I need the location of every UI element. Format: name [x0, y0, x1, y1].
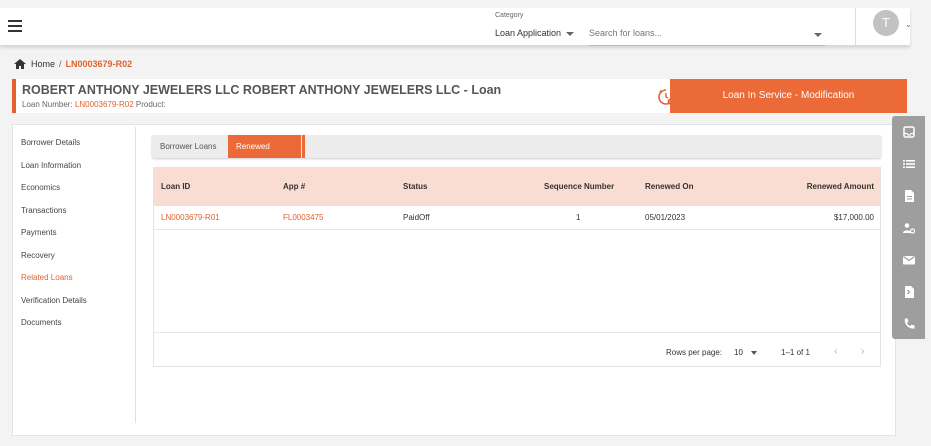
search-input[interactable]	[589, 28, 789, 38]
next-page-button[interactable]: ›	[861, 346, 864, 357]
cell-app-number[interactable]: FL0003475	[283, 213, 323, 222]
pagination-range: 1–1 of 1	[781, 348, 810, 357]
renewed-loans-table: Loan ID App # Status Sequence Number Ren…	[153, 167, 881, 367]
sidebar-divider	[135, 127, 136, 423]
category-label: Category	[495, 12, 524, 19]
rows-per-page-caret-icon[interactable]	[751, 351, 757, 355]
sidebar-item-payments[interactable]: Payments	[21, 226, 133, 249]
mail-button[interactable]	[892, 246, 925, 274]
status-badge: Loan In Service - Modification	[670, 79, 907, 113]
user-settings-icon	[902, 223, 915, 234]
phone-icon	[904, 318, 914, 329]
avatar-chevron-down-icon[interactable]: ⌄	[905, 20, 912, 29]
tab-borrower-loans[interactable]: Borrower Loans	[152, 135, 228, 158]
document-icon	[904, 190, 914, 202]
rows-per-page-label: Rows per page:	[666, 348, 723, 357]
inbox-icon	[902, 126, 915, 138]
category-select[interactable]: Loan Application	[495, 28, 561, 38]
column-renewed-on[interactable]: Renewed On	[645, 182, 693, 191]
breadcrumb-current: LN0003679-R02	[65, 59, 133, 69]
table-row[interactable]: LN0003679-R01 FL0003475 PaidOff 1 05/01/…	[154, 206, 880, 230]
sidebar-item-recovery[interactable]: Recovery	[21, 249, 133, 272]
cell-sequence-number: 1	[576, 213, 581, 222]
home-icon[interactable]	[14, 59, 26, 69]
mail-icon	[902, 256, 915, 265]
sidebar-item-documents[interactable]: Documents	[21, 316, 133, 339]
tab-bar: Borrower Loans Renewed Loans	[152, 135, 881, 174]
main-card: Borrower Details Loan Information Econom…	[12, 124, 896, 436]
sidebar-item-borrower-details[interactable]: Borrower Details	[21, 136, 133, 159]
prev-page-button[interactable]: ‹	[834, 346, 837, 357]
sidebar-item-verification-details[interactable]: Verification Details	[21, 294, 133, 317]
sidebar: Borrower Details Loan Information Econom…	[21, 136, 133, 339]
loan-header: ROBERT ANTHONY JEWELERS LLC ROBERT ANTHO…	[12, 79, 674, 113]
app-shell: Category Loan Application T ⌄ Home / LN0…	[0, 0, 931, 446]
rows-per-page-select[interactable]: 10	[734, 348, 743, 357]
inbox-button[interactable]	[892, 118, 925, 146]
sidebar-item-loan-information[interactable]: Loan Information	[21, 159, 133, 182]
cell-renewed-amount: $17,000.00	[833, 213, 874, 222]
breadcrumb-separator: /	[59, 59, 62, 69]
right-toolbar	[892, 116, 925, 339]
loan-number-label: Loan Number:	[22, 100, 73, 109]
sidebar-item-related-loans[interactable]: Related Loans	[21, 271, 133, 294]
column-app-number[interactable]: App #	[283, 182, 305, 191]
category-caret-icon[interactable]	[566, 32, 574, 36]
list-icon	[902, 160, 915, 168]
breadcrumb: Home / LN0003679-R02	[14, 59, 132, 69]
cell-status: PaidOff	[403, 213, 430, 222]
tab-active-marker	[302, 135, 305, 158]
product-label: Product:	[135, 100, 166, 109]
loan-number: LN0003679-R02	[74, 100, 134, 109]
file-export-button[interactable]	[892, 278, 925, 306]
column-renewed-amount[interactable]: Renewed Amount	[807, 182, 874, 191]
tab-renewed-loans[interactable]: Renewed Loans	[228, 135, 301, 174]
avatar[interactable]: T	[873, 10, 899, 36]
search-underline	[589, 45, 825, 46]
table-footer-divider	[154, 332, 880, 333]
page-title: ROBERT ANTHONY JEWELERS LLC ROBERT ANTHO…	[22, 83, 502, 97]
cell-renewed-on: 05/01/2023	[645, 213, 686, 222]
breadcrumb-home[interactable]: Home	[31, 59, 55, 69]
table-header: Loan ID App # Status Sequence Number Ren…	[154, 168, 880, 206]
phone-button[interactable]	[892, 310, 925, 338]
column-loan-id[interactable]: Loan ID	[161, 182, 190, 191]
topbar-divider	[855, 8, 856, 46]
column-status[interactable]: Status	[403, 182, 427, 191]
loan-subtitle: Loan Number: LN0003679-R02 Product:	[22, 100, 166, 109]
document-button[interactable]	[892, 182, 925, 210]
file-export-icon	[904, 286, 914, 298]
list-button[interactable]	[892, 150, 925, 178]
sidebar-item-economics[interactable]: Economics	[21, 181, 133, 204]
top-bar: Category Loan Application T ⌄	[0, 8, 912, 46]
user-settings-button[interactable]	[892, 214, 925, 242]
cell-loan-id[interactable]: LN0003679-R01	[161, 213, 220, 222]
column-sequence-number[interactable]: Sequence Number	[544, 182, 614, 191]
search-caret-icon[interactable]	[814, 33, 822, 37]
menu-icon[interactable]	[8, 20, 22, 32]
sidebar-item-transactions[interactable]: Transactions	[21, 204, 133, 227]
